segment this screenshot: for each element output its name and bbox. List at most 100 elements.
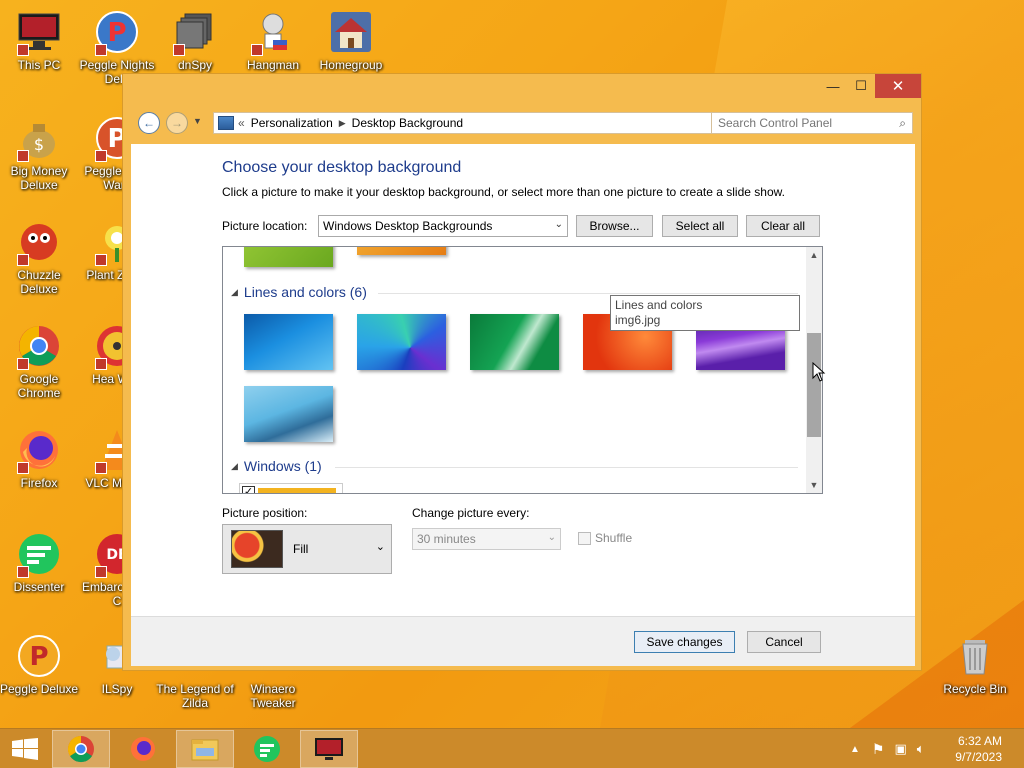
search-input[interactable] [718, 116, 888, 130]
tooltip-filename: img6.jpg [615, 313, 661, 327]
shuffle-label: Shuffle [595, 531, 633, 545]
back-button[interactable]: ← [138, 112, 160, 134]
chrome-icon [15, 322, 63, 370]
page-description: Click a picture to make it your desktop … [222, 185, 785, 199]
firefox-icon [131, 737, 155, 761]
control-panel-icon [218, 116, 234, 130]
taskbar-this-pc[interactable] [300, 730, 358, 768]
change-interval-value: 30 minutes [417, 532, 476, 546]
group-header-lines-colors[interactable]: ◢ Lines and colors (6) [231, 284, 367, 300]
collapse-triangle-icon[interactable]: ◢ [231, 287, 238, 298]
group-divider [378, 293, 798, 294]
show-hidden-icons-icon[interactable]: ▲ [850, 744, 860, 755]
wallpaper-thumbnail[interactable] [470, 314, 559, 370]
picture-position-value: Fill [293, 542, 309, 556]
shuffle-checkbox[interactable]: Shuffle [578, 531, 632, 545]
desktop-icon-big-money[interactable]: $ Big Money Deluxe [0, 114, 78, 192]
desktop-icon-hangman[interactable]: Hangman [234, 8, 312, 72]
page-title: Choose your desktop background [222, 159, 462, 176]
desktop-background-window: — ☐ ✕ ← → ▼ « Personalization ▶ Desktop … [122, 73, 922, 671]
wallpaper-thumbnail[interactable] [244, 247, 333, 267]
money-bag-icon: $ [15, 114, 63, 162]
selected-checkbox[interactable]: ✓ [242, 486, 255, 493]
close-button[interactable]: ✕ [875, 74, 921, 98]
system-tray: ▲ ⚑ ▣ 🔈︎ [850, 729, 925, 768]
content-pane: Choose your desktop background Click a p… [131, 144, 915, 616]
wallpaper-thumbnail[interactable] [244, 314, 333, 370]
wallpaper-thumbnail[interactable] [357, 314, 446, 370]
desktop-icon-firefox[interactable]: Firefox [0, 426, 78, 490]
group-divider [335, 467, 798, 468]
wallpaper-thumbnail[interactable] [357, 247, 446, 255]
desktop-icon-peggle-deluxe[interactable]: P Peggle Deluxe [0, 632, 78, 696]
address-overflow[interactable]: « [238, 116, 245, 130]
taskbar-firefox[interactable] [114, 730, 172, 768]
group-title: Lines and colors (6) [243, 284, 367, 300]
chrome-icon [67, 735, 94, 763]
checkbox-box[interactable] [578, 531, 591, 545]
wallpaper-thumbnail-selected[interactable]: ✓ [239, 483, 343, 493]
recent-pages-dropdown[interactable]: ▼ [193, 116, 202, 126]
taskbar-control-panel[interactable] [176, 730, 234, 768]
forward-button[interactable]: → [166, 112, 188, 134]
wallpaper-thumbnail[interactable] [244, 386, 333, 442]
thumbnail-tooltip: Lines and colors img6.jpg [610, 295, 800, 331]
peggle-icon: P [15, 632, 63, 680]
taskbar-chrome[interactable] [52, 730, 110, 768]
search-box[interactable]: ⌕ [711, 112, 913, 134]
search-icon[interactable]: ⌕ [899, 116, 906, 131]
arrow-right-icon: → [171, 116, 183, 130]
svg-text:P: P [107, 18, 126, 48]
clear-all-button[interactable]: Clear all [746, 215, 820, 237]
change-interval-select[interactable]: 30 minutes ⌄ [412, 528, 561, 550]
chevron-down-icon: ⌄ [547, 532, 556, 543]
desktop-icon-homegroup[interactable]: Homegroup [312, 8, 390, 72]
mouse-cursor-icon [812, 362, 826, 382]
desktop-icon-recycle-bin[interactable]: Recycle Bin [936, 632, 1014, 696]
svg-text:$: $ [34, 135, 44, 154]
firefox-icon [15, 426, 63, 474]
maximize-button[interactable]: ☐ [847, 74, 875, 98]
chevron-down-icon: ⌄ [554, 219, 563, 230]
scroll-down-icon[interactable]: ▼ [806, 477, 822, 493]
folder-icon [191, 739, 219, 761]
save-changes-button[interactable]: Save changes [634, 631, 735, 653]
chuzzle-icon [15, 218, 63, 266]
scroll-up-icon[interactable]: ▲ [806, 247, 822, 263]
arrow-left-icon: ← [143, 116, 155, 130]
address-row: ← → ▼ « Personalization ▶ Desktop Backgr… [131, 110, 913, 136]
group-header-windows[interactable]: ◢ Windows (1) [231, 458, 322, 474]
browse-button[interactable]: Browse... [576, 215, 653, 237]
collapse-triangle-icon[interactable]: ◢ [231, 461, 238, 472]
cancel-button[interactable]: Cancel [747, 631, 821, 653]
picture-location-select[interactable]: Windows Desktop Backgrounds ⌄ [318, 215, 568, 237]
select-all-button[interactable]: Select all [662, 215, 738, 237]
picture-position-select[interactable]: Fill ⌄ [222, 524, 392, 574]
hangman-icon [249, 8, 297, 56]
position-preview-thumbnail [231, 530, 283, 568]
network-icon[interactable]: ▣ [894, 741, 906, 757]
change-picture-label: Change picture every: [412, 506, 530, 520]
minimize-button[interactable]: — [819, 74, 847, 98]
windows-thumb-preview [258, 488, 336, 493]
desktop-icon-dnspy[interactable]: dnSpy [156, 8, 234, 72]
monitor-icon [315, 738, 343, 760]
desktop-icon-chrome[interactable]: Google Chrome [0, 322, 78, 400]
action-center-flag-icon[interactable]: ⚑ [872, 741, 885, 758]
desktop-icon-chuzzle[interactable]: Chuzzle Deluxe [0, 218, 78, 296]
breadcrumb-personalization[interactable]: Personalization [251, 116, 333, 130]
scroll-thumb[interactable] [807, 333, 821, 437]
dissenter-icon [254, 736, 280, 762]
clock[interactable]: 6:32 AM 9/7/2023 [955, 733, 1002, 765]
taskbar-dissenter[interactable] [238, 730, 296, 768]
breadcrumb-desktop-background[interactable]: Desktop Background [352, 116, 463, 130]
clock-time: 6:32 AM [957, 734, 1002, 748]
desktop-icon-this-pc[interactable]: This PC [0, 8, 78, 72]
windows-logo-icon [12, 738, 38, 760]
start-button[interactable] [0, 729, 50, 768]
breadcrumb-separator-icon: ▶ [338, 117, 346, 128]
caption-buttons: — ☐ ✕ [819, 74, 921, 98]
wallpaper-gallery: ◢ Lines and colors (6) Lines and colors … [222, 246, 823, 494]
desktop-icon-dissenter[interactable]: Dissenter [0, 530, 78, 594]
volume-icon[interactable]: 🔈︎ [917, 741, 925, 757]
